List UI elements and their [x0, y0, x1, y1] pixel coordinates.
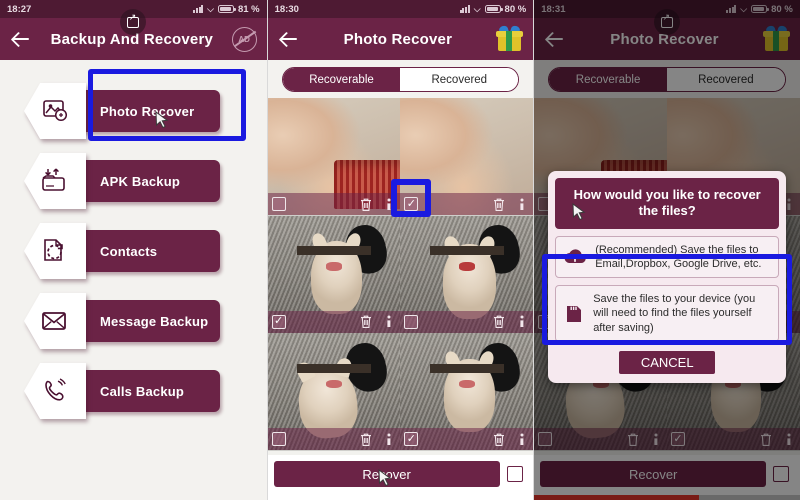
- thumb-action-bar: ✓: [400, 193, 534, 215]
- sidebar-item-apk-backup[interactable]: APK Backup: [0, 144, 267, 214]
- tab-recoverable[interactable]: Recoverable: [282, 68, 401, 91]
- app-bar: Backup And Recovery AD: [0, 9, 267, 60]
- info-icon[interactable]: [382, 314, 396, 329]
- status-time: 18:30: [274, 3, 299, 15]
- thumb-action-bar: [267, 428, 401, 451]
- dialog-title: How would you like to recover the files?: [555, 178, 780, 229]
- recover-dialog: How would you like to recover the files?…: [548, 171, 787, 383]
- apk-backup-button[interactable]: APK Backup: [72, 160, 220, 202]
- cancel-button[interactable]: CANCEL: [619, 350, 716, 374]
- select-all-checkbox[interactable]: [506, 466, 523, 482]
- info-icon[interactable]: [382, 432, 396, 447]
- photo-thumb-1[interactable]: [267, 98, 401, 215]
- photo-checkbox[interactable]: [271, 432, 286, 447]
- message-backup-button[interactable]: Message Backup: [72, 300, 220, 342]
- battery-percent: 80 %: [504, 3, 527, 15]
- photo-grid: ✓ ✓: [267, 98, 534, 451]
- thumb-action-bar: [400, 310, 534, 333]
- info-icon[interactable]: [382, 197, 396, 212]
- gift-icon[interactable]: [496, 24, 524, 52]
- screencast-icon: [120, 9, 147, 35]
- dialog-option-label: (Recommended) Save the files to Email,Dr…: [595, 243, 762, 270]
- panel-backup-and-recovery: 18:27 ⌵ 81 % Backup And Recovery AD Phot…: [0, 0, 267, 500]
- thumb-action-bar: ✓: [400, 428, 534, 451]
- photo-checkbox[interactable]: [404, 314, 419, 329]
- apk-backup-icon: [24, 153, 86, 209]
- contacts-icon: [24, 223, 86, 279]
- page-title: Photo Recover: [343, 30, 453, 48]
- status-time: 18:27: [7, 3, 32, 15]
- contacts-button[interactable]: Contacts: [72, 230, 220, 272]
- sidebar-item-calls-backup[interactable]: Calls Backup: [0, 354, 267, 424]
- photo-thumb-4[interactable]: [400, 215, 534, 333]
- panel-photo-recover-grid: 18:30 ⌵ 80 % Photo Recover Recoverable R…: [266, 0, 534, 500]
- back-arrow-icon[interactable]: [10, 28, 32, 50]
- trash-icon[interactable]: [492, 314, 506, 329]
- signal-bars-icon: [193, 5, 204, 13]
- sidebar-item-contacts[interactable]: Contacts: [0, 214, 267, 284]
- photo-thumb-2[interactable]: ✓: [400, 98, 534, 215]
- photo-checkbox[interactable]: ✓: [271, 314, 286, 329]
- cloud-upload-icon: [564, 249, 586, 264]
- status-indicators: ⌵ 81 %: [193, 3, 260, 15]
- tab-bar: Recoverable Recovered: [267, 60, 534, 98]
- sidebar-item-photo-recover[interactable]: Photo Recover: [0, 74, 267, 144]
- message-backup-icon: [24, 293, 86, 349]
- trash-icon[interactable]: [359, 197, 373, 212]
- trash-icon[interactable]: [359, 432, 373, 447]
- wifi-icon: ⌵: [473, 3, 481, 14]
- main-menu: Photo Recover APK Backup Contacts Messag…: [0, 60, 267, 500]
- calls-backup-icon: [24, 363, 86, 419]
- trash-icon[interactable]: [492, 432, 506, 447]
- photo-thumb-6[interactable]: ✓: [400, 333, 534, 451]
- sidebar-item-label: Photo Recover: [100, 103, 195, 119]
- battery-icon: [484, 5, 503, 13]
- info-icon[interactable]: [515, 432, 529, 447]
- sidebar-item-message-backup[interactable]: Message Backup: [0, 284, 267, 354]
- photo-recover-icon: [24, 83, 86, 139]
- thumb-action-bar: [267, 193, 401, 215]
- wifi-icon: ⌵: [207, 3, 214, 14]
- screenshot-root: 18:27 ⌵ 81 % Backup And Recovery AD Phot…: [0, 0, 800, 500]
- thumb-action-bar: ✓: [267, 310, 401, 333]
- trash-icon[interactable]: [492, 197, 506, 212]
- photo-checkbox[interactable]: [271, 197, 286, 211]
- photo-checkbox[interactable]: ✓: [404, 432, 419, 447]
- no-ads-icon[interactable]: AD: [231, 26, 257, 52]
- sd-card-icon: [567, 305, 582, 322]
- info-icon[interactable]: [515, 314, 529, 329]
- back-arrow-icon[interactable]: [278, 28, 300, 50]
- dialog-option-label: Save the files to your device (you will …: [593, 293, 756, 334]
- dialog-option-device[interactable]: Save the files to your device (you will …: [555, 285, 780, 342]
- bottom-action-bar: Recover: [267, 455, 534, 500]
- info-icon[interactable]: [515, 197, 529, 212]
- status-indicators: ⌵ 80 %: [459, 3, 527, 15]
- sidebar-item-label: APK Backup: [100, 173, 181, 189]
- trash-icon[interactable]: [359, 314, 373, 329]
- photo-recover-button[interactable]: Photo Recover: [72, 90, 220, 132]
- signal-bars-icon: [459, 5, 470, 13]
- recover-button[interactable]: Recover: [273, 461, 500, 487]
- battery-percent: 81 %: [237, 3, 260, 15]
- tab-recovered[interactable]: Recovered: [400, 68, 519, 91]
- photo-thumb-5[interactable]: [267, 333, 401, 451]
- photo-checkbox[interactable]: ✓: [404, 197, 419, 211]
- battery-icon: [217, 5, 236, 13]
- status-bar: 18:30 ⌵ 80 %: [267, 0, 534, 18]
- sidebar-item-label: Message Backup: [100, 313, 209, 329]
- app-bar: Photo Recover: [267, 18, 534, 60]
- sidebar-item-label: Calls Backup: [100, 383, 185, 399]
- panel-recover-dialog: 18:31 ⌵ 80 % Photo Recover Recoverable R…: [533, 0, 800, 500]
- photo-thumb-3[interactable]: ✓: [267, 215, 401, 333]
- dialog-option-cloud[interactable]: (Recommended) Save the files to Email,Dr…: [555, 235, 780, 279]
- calls-backup-button[interactable]: Calls Backup: [72, 370, 220, 412]
